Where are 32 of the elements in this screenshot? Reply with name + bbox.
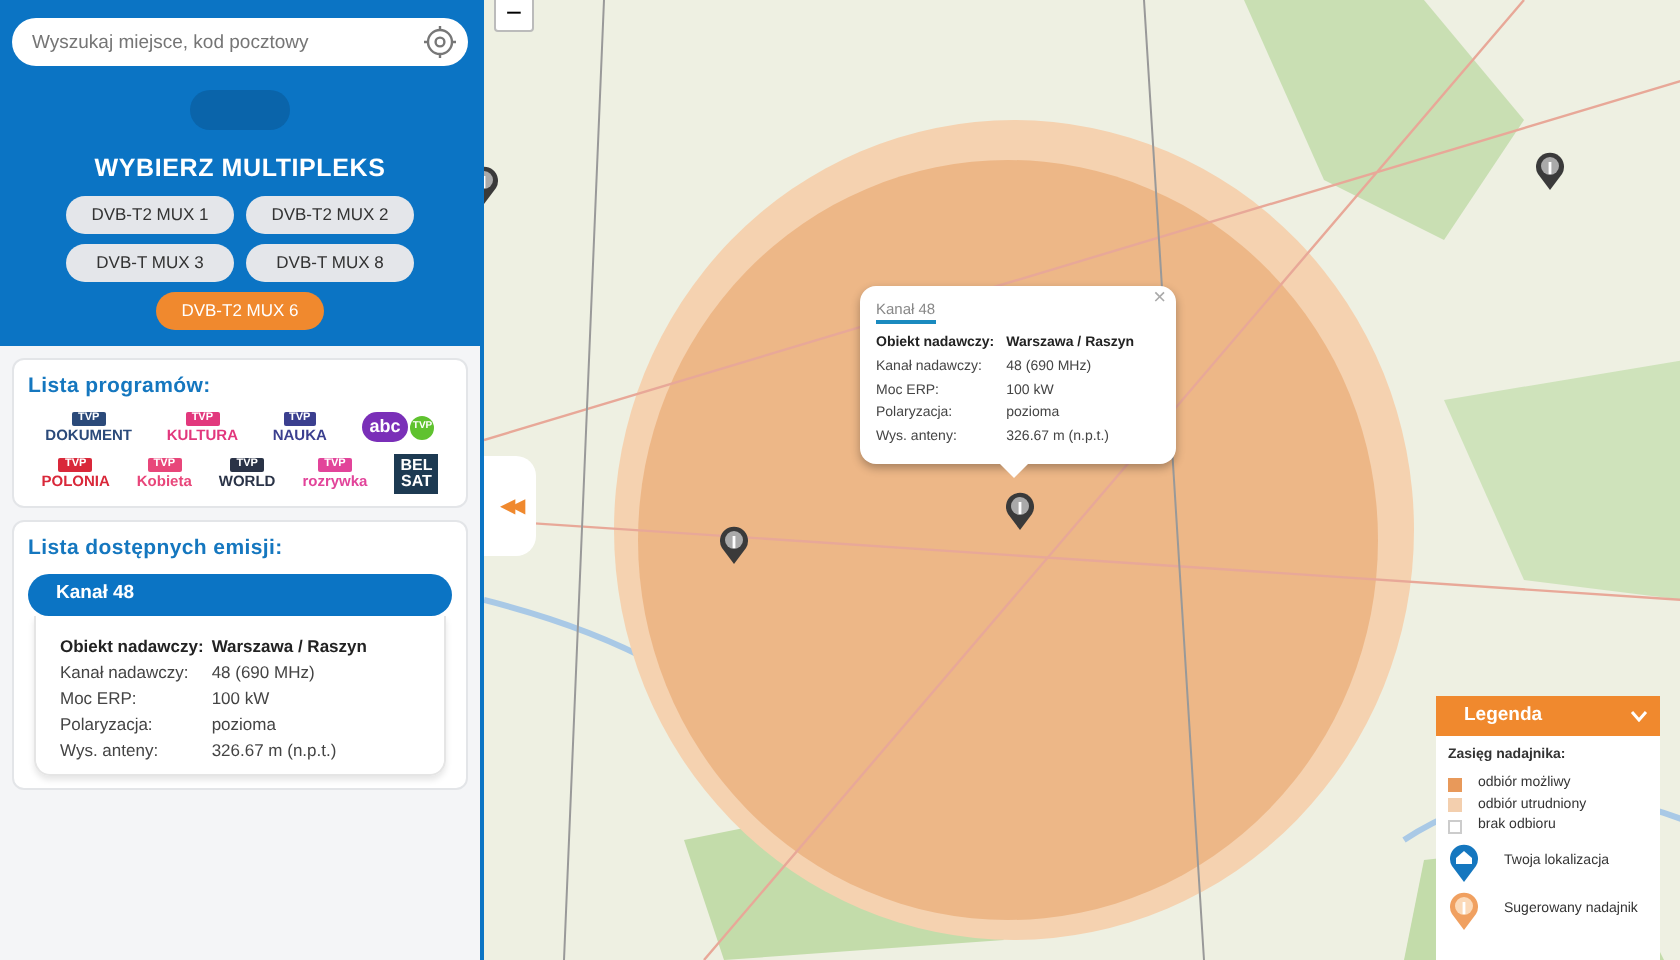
tower-pin-icon	[1448, 890, 1480, 931]
locate-icon[interactable]	[424, 26, 456, 58]
field-label: Polaryzacja:	[60, 713, 155, 736]
station-value: Warszawa / Raszyn	[211, 635, 369, 658]
tower-pin-icon[interactable]	[1004, 490, 1036, 530]
multiplex-button[interactable]: DVB-T2 MUX 2	[246, 195, 414, 234]
legend-title: Legenda	[1464, 702, 1543, 730]
field-value: 100 kW	[211, 687, 272, 710]
search-field[interactable]: Wyszukaj miejsce, kod pocztowy	[12, 18, 468, 66]
field-value: 326.67 m (n.p.t.)	[211, 739, 339, 762]
collapse-button[interactable]: ◀◀	[484, 456, 536, 556]
field-label: Wys. anteny:	[60, 739, 161, 762]
programs-title: Lista programów:	[28, 371, 213, 402]
multiplex-button[interactable]: DVB-T2 MUX 1	[66, 195, 234, 234]
field-label: Kanał nadawczy:	[60, 661, 191, 684]
zoom-out-button[interactable]: −	[494, 0, 534, 32]
chevron-icon	[1630, 710, 1648, 723]
station-label: Obiekt nadawczy:	[60, 635, 204, 658]
channel-logo: BEL SAT	[394, 453, 439, 493]
multiplex-button[interactable]: DVB-T MUX 3	[66, 243, 234, 282]
field-value: 48 (690 MHz)	[211, 661, 317, 684]
tower-pin-icon[interactable]	[1534, 150, 1566, 190]
legend-header[interactable]: Legenda	[1436, 696, 1660, 737]
multiplex-title: WYBIERZ MULTIPLEKS	[94, 152, 386, 186]
tower-pin-icon[interactable]	[718, 524, 750, 564]
multiplex-button[interactable]: DVB-T2 MUX 6	[156, 291, 324, 330]
home-pin-icon	[1448, 842, 1480, 883]
multiplex-button[interactable]: DVB-T MUX 8	[246, 243, 414, 282]
field-value: pozioma	[211, 713, 278, 736]
emissions-title: Lista dostępnych emisji:	[28, 533, 285, 563]
field-label: Moc ERP:	[60, 687, 139, 710]
channel-header[interactable]: Kanał 48	[28, 574, 452, 615]
